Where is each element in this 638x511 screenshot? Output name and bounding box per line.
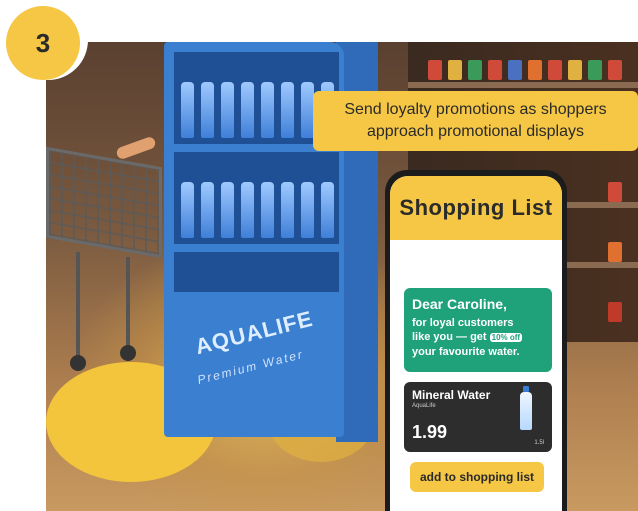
product-box <box>608 60 622 80</box>
product-box <box>608 302 622 322</box>
promo-line-2-text: like you — get <box>412 331 487 343</box>
phone-screen: Shopping List Dear Caroline, for loyal c… <box>390 176 562 511</box>
product-box <box>488 60 502 80</box>
product-card[interactable]: Mineral Water AquaLife 1.99 1.5l <box>404 382 552 452</box>
bottle <box>261 182 274 238</box>
bottle <box>261 82 274 138</box>
product-box <box>608 242 622 262</box>
promo-caption-banner: Send loyalty promotions as shoppers appr… <box>313 91 638 151</box>
product-box <box>548 60 562 80</box>
promo-line-2: like you — get 10% off <box>412 330 544 345</box>
bottle <box>221 82 234 138</box>
cart-wheel <box>120 345 136 361</box>
bottle <box>181 182 194 238</box>
step-badge: 3 <box>0 0 88 80</box>
product-box <box>468 60 482 80</box>
discount-badge: 10% off <box>489 333 523 342</box>
promo-line-1: for loyal customers <box>412 317 514 329</box>
bottle <box>221 182 234 238</box>
bottle <box>201 182 214 238</box>
cart-basket <box>46 146 162 259</box>
product-box <box>428 60 442 80</box>
cart-wheel <box>70 355 86 371</box>
step-number: 3 <box>6 6 80 80</box>
cart-leg <box>126 257 130 347</box>
product-subtitle: AquaLife <box>412 403 436 409</box>
display-shelf <box>174 252 339 292</box>
product-box <box>528 60 542 80</box>
product-box <box>448 60 462 80</box>
loyalty-promo-card[interactable]: Dear Caroline, for loyal customers like … <box>404 288 552 372</box>
banner-line-2: approach promotional displays <box>366 123 584 140</box>
promo-greeting: Dear Caroline, <box>412 296 507 312</box>
shopping-cart <box>46 135 166 371</box>
bottle <box>181 82 194 138</box>
product-price: 1.99 <box>412 422 448 442</box>
product-name: Mineral Water <box>412 388 491 402</box>
add-to-shopping-list-button[interactable]: add to shopping list <box>410 462 544 492</box>
promo-line-3: your favourite water. <box>412 346 520 358</box>
product-box <box>568 60 582 80</box>
banner-line-1: Send loyalty promotions as shoppers <box>344 101 607 118</box>
bottle <box>201 82 214 138</box>
display-shelf <box>174 152 339 244</box>
cart-leg <box>76 252 80 357</box>
cart-handle <box>115 135 157 161</box>
shopping-list-title: Shopping List <box>390 176 562 240</box>
product-box <box>588 60 602 80</box>
bottle <box>281 82 294 138</box>
shelf-row <box>408 82 638 88</box>
product-size: 1.5l <box>534 440 544 446</box>
bottle <box>241 82 254 138</box>
bottle <box>241 182 254 238</box>
bottle <box>281 182 294 238</box>
phone-mockup: Shopping List Dear Caroline, for loyal c… <box>385 170 567 511</box>
bottle <box>321 182 334 238</box>
product-box <box>508 60 522 80</box>
bottle <box>301 182 314 238</box>
product-box <box>608 182 622 202</box>
water-bottle-icon <box>520 386 532 430</box>
